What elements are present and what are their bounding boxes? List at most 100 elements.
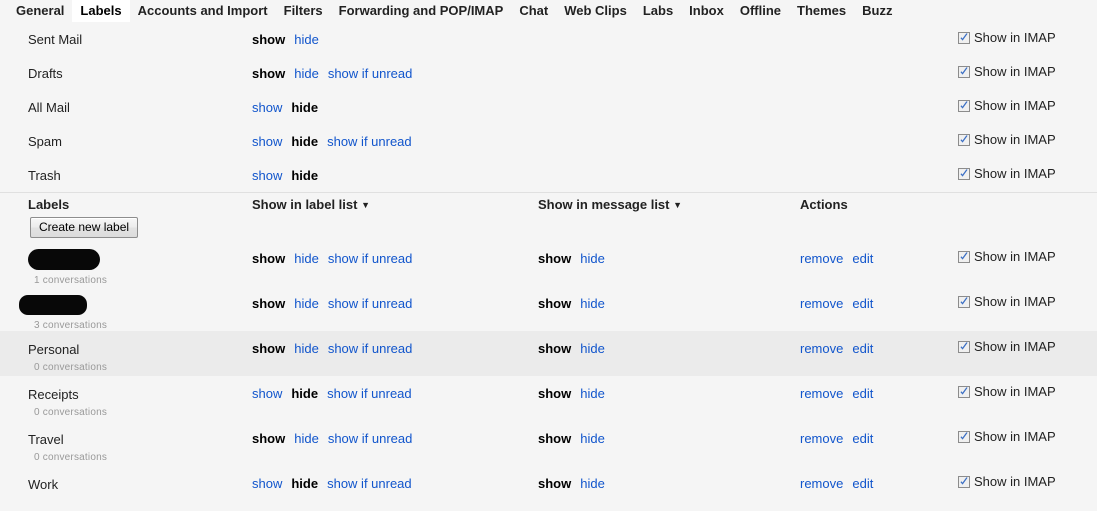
imap-cell: Show in IMAP: [958, 475, 1056, 491]
message-list-option-show: show: [538, 341, 572, 356]
label-list-option-show-if-unread[interactable]: show if unread: [328, 66, 413, 81]
label-row: Travel 0 conversations show hide show if unr…: [0, 421, 1097, 466]
show-in-imap-checkbox-lbl-4[interactable]: Show in IMAP: [958, 430, 1056, 443]
label-list-option-show-if-unread[interactable]: show if unread: [327, 476, 412, 491]
tab-chat[interactable]: Chat: [511, 0, 556, 22]
label-list-option-hide: hide: [291, 100, 319, 115]
settings-content: Sent Mail show hide Show in IMAP Drafts show h…: [0, 22, 1097, 511]
message-list-option-hide[interactable]: hide: [580, 251, 605, 266]
label-name-cell[interactable]: Work: [28, 477, 58, 492]
show-in-imap-checkbox-lbl-0[interactable]: Show in IMAP: [958, 250, 1056, 263]
label-name-cell[interactable]: Travel 0 conversations: [28, 432, 107, 463]
tab-labels[interactable]: Labels: [72, 0, 130, 22]
label-list-option-hide: hide: [291, 134, 319, 149]
label-name-cell[interactable]: Receipts 0 conversations: [28, 387, 107, 418]
tab-filters[interactable]: Filters: [276, 0, 331, 22]
label-row: 3 conversations show hide show if unread sho…: [0, 286, 1097, 331]
show-in-imap-checkbox-sys-4[interactable]: Show in IMAP: [958, 167, 1056, 180]
edit-label-link[interactable]: edit: [852, 431, 873, 446]
label-list-option-show-if-unread[interactable]: show if unread: [327, 386, 412, 401]
label-row: Personal 0 conversations show hide show if u…: [0, 331, 1097, 376]
label-list-visibility-options: show hide: [252, 168, 318, 183]
settings-page: General Labels Accounts and Import Filters F…: [0, 0, 1097, 511]
show-in-imap-checkbox-lbl-2[interactable]: Show in IMAP: [958, 340, 1056, 353]
remove-label-link[interactable]: remove: [800, 476, 843, 491]
system-label-row: Spam show hide show if unread Show in IMAP: [0, 124, 1097, 158]
label-list-option-hide[interactable]: hide: [294, 32, 319, 47]
edit-label-link[interactable]: edit: [852, 476, 873, 491]
tab-labs[interactable]: Labs: [635, 0, 681, 22]
tab-web-clips[interactable]: Web Clips: [556, 0, 635, 22]
imap-cell: Show in IMAP: [958, 65, 1056, 81]
edit-label-link[interactable]: edit: [852, 251, 873, 266]
show-in-imap-checkbox-sys-1[interactable]: Show in IMAP: [958, 65, 1056, 78]
label-list-option-hide[interactable]: hide: [294, 296, 319, 311]
message-list-option-hide[interactable]: hide: [580, 476, 605, 491]
label-list-option-show[interactable]: show: [252, 476, 282, 491]
label-list-option-hide[interactable]: hide: [294, 251, 319, 266]
label-list-option-hide[interactable]: hide: [294, 66, 319, 81]
tab-offline[interactable]: Offline: [732, 0, 789, 22]
show-in-imap-checkbox-lbl-1[interactable]: Show in IMAP: [958, 295, 1056, 308]
label-list-option-hide[interactable]: hide: [294, 431, 319, 446]
label-list-option-show-if-unread[interactable]: show if unread: [327, 134, 412, 149]
remove-label-link[interactable]: remove: [800, 296, 843, 311]
column-header-show-in-message-list[interactable]: Show in message list ▼: [538, 197, 682, 212]
show-in-imap-label: Show in IMAP: [974, 132, 1056, 147]
checkbox-icon: [958, 295, 970, 308]
show-in-imap-checkbox-sys-3[interactable]: Show in IMAP: [958, 133, 1056, 146]
actions-cell: remove edit: [800, 341, 873, 356]
conversation-count: 1 conversations: [34, 275, 108, 286]
system-label-name: Spam: [28, 134, 62, 149]
message-list-option-hide[interactable]: hide: [580, 296, 605, 311]
remove-label-link[interactable]: remove: [800, 386, 843, 401]
label-list-visibility-options: show hide: [252, 100, 318, 115]
checkbox-icon: [958, 133, 970, 146]
remove-label-link[interactable]: remove: [800, 251, 843, 266]
tab-accounts-and-import[interactable]: Accounts and Import: [130, 0, 276, 22]
redaction-bar: [19, 295, 87, 315]
label-name-cell[interactable]: 3 conversations: [19, 295, 107, 331]
label-name-cell[interactable]: Personal 0 conversations: [28, 342, 107, 373]
message-list-option-hide[interactable]: hide: [580, 431, 605, 446]
actions-cell: remove edit: [800, 476, 873, 491]
label-list-option-show[interactable]: show: [252, 386, 282, 401]
remove-label-link[interactable]: remove: [800, 341, 843, 356]
tab-general[interactable]: General: [8, 0, 72, 22]
label-list-option-show-if-unread[interactable]: show if unread: [328, 296, 413, 311]
message-list-visibility-options: show hide: [538, 296, 605, 311]
label-list-option-show[interactable]: show: [252, 134, 282, 149]
message-list-option-hide[interactable]: hide: [580, 386, 605, 401]
message-list-visibility-options: show hide: [538, 476, 605, 491]
show-in-imap-checkbox-lbl-5[interactable]: Show in IMAP: [958, 475, 1056, 488]
create-new-label-button[interactable]: Create new label: [30, 217, 139, 238]
column-header-show-in-label-list[interactable]: Show in label list ▼: [252, 197, 370, 212]
message-list-visibility-options: show hide: [538, 431, 605, 446]
label-row: Work show hide show if unread show hide remove…: [0, 466, 1097, 511]
checkbox-icon: [958, 385, 970, 398]
message-list-visibility-options: show hide: [538, 386, 605, 401]
show-in-imap-checkbox-sys-2[interactable]: Show in IMAP: [958, 99, 1056, 112]
message-list-option-hide[interactable]: hide: [580, 341, 605, 356]
tab-forwarding-and-pop-imap[interactable]: Forwarding and POP/IMAP: [331, 0, 512, 22]
edit-label-link[interactable]: edit: [852, 296, 873, 311]
edit-label-link[interactable]: edit: [852, 386, 873, 401]
label-row: 1 conversations show hide show if unread sho…: [0, 241, 1097, 286]
show-in-imap-label: Show in IMAP: [974, 429, 1056, 444]
remove-label-link[interactable]: remove: [800, 431, 843, 446]
label-name-cell[interactable]: 1 conversations: [28, 249, 108, 286]
tab-buzz[interactable]: Buzz: [854, 0, 900, 22]
label-list-option-show-if-unread[interactable]: show if unread: [328, 431, 413, 446]
show-in-imap-checkbox-lbl-3[interactable]: Show in IMAP: [958, 385, 1056, 398]
label-list-option-show[interactable]: show: [252, 168, 282, 183]
tab-themes[interactable]: Themes: [789, 0, 854, 22]
show-in-imap-label: Show in IMAP: [974, 474, 1056, 489]
label-list-option-show-if-unread[interactable]: show if unread: [328, 251, 413, 266]
show-in-imap-label: Show in IMAP: [974, 98, 1056, 113]
label-list-option-hide[interactable]: hide: [294, 341, 319, 356]
edit-label-link[interactable]: edit: [852, 341, 873, 356]
show-in-imap-checkbox-sys-0[interactable]: Show in IMAP: [958, 31, 1056, 44]
tab-inbox[interactable]: Inbox: [681, 0, 732, 22]
label-list-option-show[interactable]: show: [252, 100, 282, 115]
label-list-option-show-if-unread[interactable]: show if unread: [328, 341, 413, 356]
